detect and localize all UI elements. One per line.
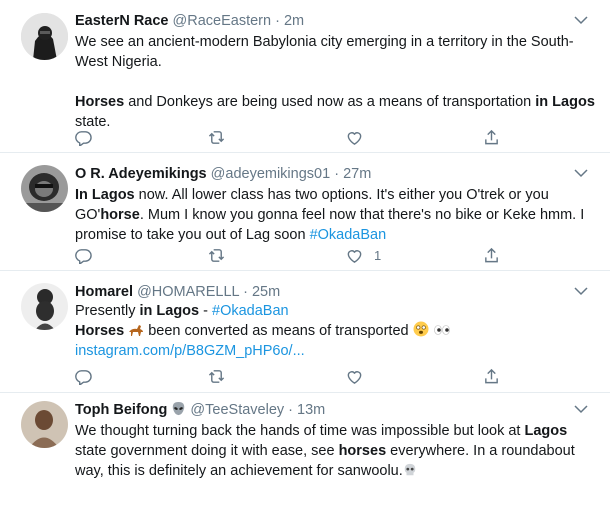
reply-icon: [75, 130, 92, 146]
avatar[interactable]: [21, 283, 68, 330]
reply-button[interactable]: [75, 127, 92, 147]
keyword-highlight: Horses: [75, 94, 125, 110]
tweet-header: Homarel @HOMARELLL · 25m: [75, 283, 596, 301]
avatar[interactable]: [21, 165, 68, 212]
user-handle[interactable]: @TeeStaveley: [190, 402, 284, 418]
alien-emoji-icon: [173, 401, 185, 416]
reply-icon: [75, 369, 92, 385]
share-button[interactable]: [483, 366, 500, 386]
timestamp[interactable]: 2m: [284, 13, 304, 29]
timestamp[interactable]: 25m: [252, 284, 280, 300]
like-button[interactable]: [346, 127, 363, 147]
chevron-down-icon[interactable]: [574, 404, 588, 414]
chevron-down-icon[interactable]: [574, 15, 588, 25]
chevron-down-icon[interactable]: [574, 286, 588, 296]
keyword-highlight: Horses: [75, 323, 125, 339]
text-span: state government doing it with ease, see: [75, 443, 339, 459]
share-button[interactable]: [483, 245, 500, 265]
tweet-header: Toph Beifong @TeeStaveley · 13m: [75, 401, 596, 419]
separator: ·: [239, 284, 252, 300]
share-button[interactable]: [483, 127, 500, 147]
skull-emoji-icon: [404, 463, 416, 476]
tweet-line: Presently in Lagos - #OkadaBan: [75, 301, 596, 321]
like-button[interactable]: 1: [346, 245, 381, 265]
timestamp[interactable]: 27m: [343, 166, 371, 182]
hashtag-link[interactable]: #OkadaBan: [310, 227, 387, 243]
horse-emoji-icon: [129, 325, 144, 336]
separator: ·: [330, 166, 344, 182]
separator: ·: [284, 402, 298, 418]
tweet[interactable]: EasterN Race @RaceEastern · 2m We see an…: [0, 0, 610, 153]
tweet-paragraph: Horses and Donkeys are being used now as…: [75, 92, 596, 132]
keyword-highlight: In Lagos: [75, 187, 135, 203]
eyes-emoji-icon: [433, 325, 450, 335]
tweet[interactable]: O R. Adeyemikings @adeyemikings01 · 27m …: [0, 153, 610, 271]
text-span: and Donkeys are being used now as a mean…: [124, 94, 536, 110]
display-name[interactable]: EasterN Race: [75, 13, 169, 29]
tweet-text: In Lagos now. All lower class has two op…: [75, 185, 596, 245]
tweet-actions: 1: [75, 245, 515, 265]
like-button[interactable]: [346, 366, 363, 386]
tweet-actions: [75, 366, 515, 386]
display-name[interactable]: Toph Beifong: [75, 402, 167, 418]
display-name[interactable]: Homarel: [75, 284, 133, 300]
user-handle[interactable]: @RaceEastern: [173, 13, 272, 29]
retweet-button[interactable]: [208, 366, 225, 386]
tweet-text: We see an ancient-modern Babylonia city …: [75, 32, 596, 132]
tweet-line: instagram.com/p/B8GZM_pHP6o/...: [75, 341, 596, 361]
tweet-text: Presently in Lagos - #OkadaBan Horses be…: [75, 301, 596, 361]
avatar[interactable]: [21, 401, 68, 448]
text-span: -: [199, 303, 212, 319]
retweet-button[interactable]: [208, 245, 225, 265]
like-count: 1: [374, 247, 382, 263]
avatar[interactable]: [21, 13, 68, 60]
tweet-header: O R. Adeyemikings @adeyemikings01 · 27m: [75, 165, 596, 183]
tweet-header: EasterN Race @RaceEastern · 2m: [75, 12, 596, 30]
reply-button[interactable]: [75, 366, 92, 386]
text-span: We thought turning back the hands of tim…: [75, 423, 525, 439]
hashtag-link[interactable]: #OkadaBan: [212, 303, 289, 319]
user-handle[interactable]: @adeyemikings01: [211, 166, 331, 182]
reply-button[interactable]: [75, 245, 92, 265]
retweet-button[interactable]: [208, 127, 225, 147]
tweet-paragraph: We see an ancient-modern Babylonia city …: [75, 34, 574, 70]
heart-icon: [347, 131, 362, 145]
tweet-actions: [75, 127, 515, 147]
url-link[interactable]: instagram.com/p/B8GZM_pHP6o/...: [75, 343, 305, 359]
retweet-icon: [208, 130, 225, 144]
text-span: been converted as means of transported: [144, 323, 413, 339]
keyword-highlight: in Lagos: [535, 94, 595, 110]
heart-icon: [347, 370, 362, 384]
timestamp[interactable]: 13m: [297, 402, 325, 418]
keyword-highlight: Lagos: [524, 423, 568, 439]
tweet-text: We thought turning back the hands of tim…: [75, 421, 596, 481]
chevron-down-icon[interactable]: [574, 168, 588, 178]
face-emoji-icon: [413, 321, 429, 337]
retweet-icon: [208, 248, 225, 262]
separator: ·: [271, 13, 284, 29]
share-icon: [485, 247, 498, 262]
user-handle[interactable]: @HOMARELLL: [137, 284, 239, 300]
tweet[interactable]: Toph Beifong @TeeStaveley · 13m We thoug…: [0, 393, 610, 513]
share-icon: [485, 129, 498, 144]
heart-icon: [347, 249, 362, 263]
keyword-highlight: horse: [100, 207, 140, 223]
keyword-highlight: horses: [338, 443, 387, 459]
reply-icon: [75, 248, 92, 264]
text-span: Presently: [75, 303, 140, 319]
share-icon: [485, 368, 498, 383]
display-name[interactable]: O R. Adeyemikings: [75, 166, 207, 182]
keyword-highlight: in Lagos: [139, 303, 200, 319]
tweet-line: Horses been converted as means of transp…: [75, 321, 596, 341]
retweet-icon: [208, 369, 225, 383]
tweet[interactable]: Homarel @HOMARELLL · 25m Presently in La…: [0, 271, 610, 393]
